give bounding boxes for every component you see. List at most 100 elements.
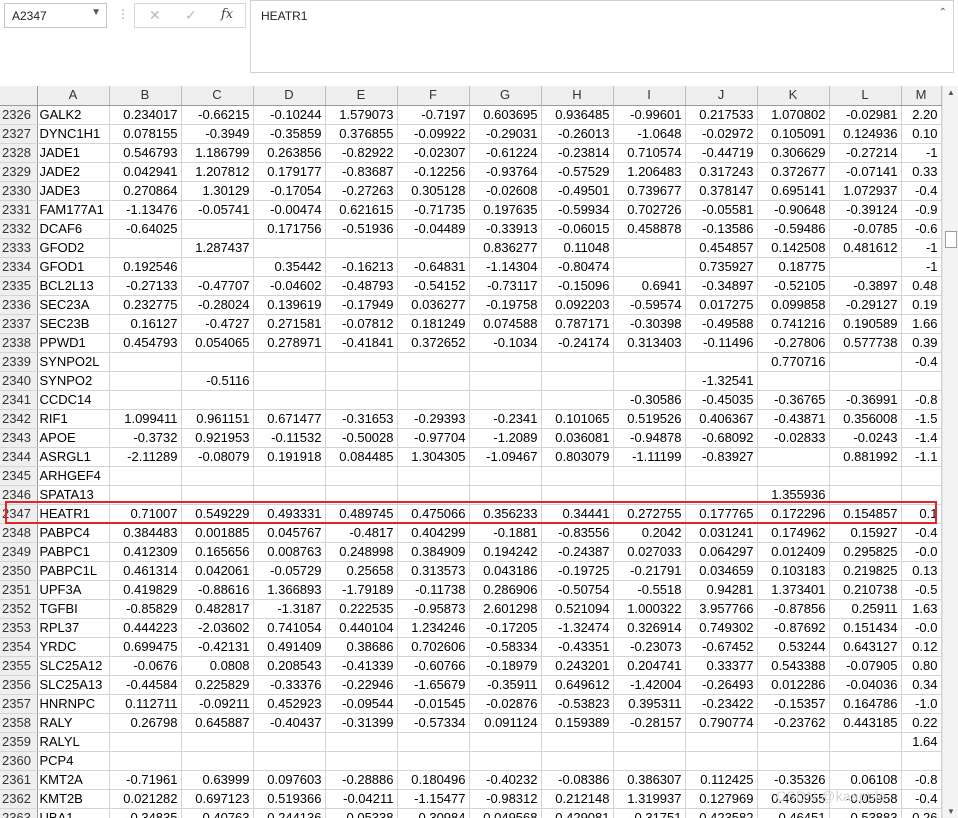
- value-cell[interactable]: -1: [901, 143, 942, 163]
- value-cell[interactable]: 0.881992: [829, 447, 902, 467]
- value-cell[interactable]: -0.31653: [325, 409, 398, 429]
- value-cell[interactable]: 0.001885: [181, 523, 254, 543]
- value-cell[interactable]: 0.936485: [541, 105, 614, 125]
- value-cell[interactable]: [181, 485, 254, 505]
- value-cell[interactable]: [253, 466, 326, 486]
- value-cell[interactable]: 0.749302: [685, 618, 758, 638]
- value-cell[interactable]: -0.23073: [613, 637, 686, 657]
- value-cell[interactable]: [829, 466, 902, 486]
- value-cell[interactable]: -1.0: [901, 694, 942, 714]
- gene-name-cell[interactable]: SLC25A13: [37, 675, 110, 695]
- value-cell[interactable]: 0.94281: [685, 580, 758, 600]
- value-cell[interactable]: [541, 390, 614, 410]
- value-cell[interactable]: -0.49588: [685, 314, 758, 334]
- value-cell[interactable]: 0.142508: [757, 238, 830, 258]
- value-cell[interactable]: -0.04602: [253, 276, 326, 296]
- value-cell[interactable]: 0.12: [901, 637, 942, 657]
- value-cell[interactable]: [469, 390, 542, 410]
- value-cell[interactable]: 0.376855: [325, 124, 398, 144]
- value-cell[interactable]: 1.000322: [613, 599, 686, 619]
- column-header-a[interactable]: A: [37, 86, 110, 106]
- value-cell[interactable]: 0.645887: [181, 713, 254, 733]
- value-cell[interactable]: -0.68092: [685, 428, 758, 448]
- value-cell[interactable]: -0.09211: [181, 694, 254, 714]
- value-cell[interactable]: 0.286906: [469, 580, 542, 600]
- value-cell[interactable]: -0.28024: [181, 295, 254, 315]
- value-cell[interactable]: 0.034659: [685, 561, 758, 581]
- vertical-scrollbar[interactable]: ▲ ▼: [942, 86, 958, 818]
- value-cell[interactable]: -0.30984: [397, 808, 470, 818]
- value-cell[interactable]: -0.21791: [613, 561, 686, 581]
- value-cell[interactable]: 0.423582: [685, 808, 758, 818]
- value-cell[interactable]: [613, 238, 686, 258]
- value-cell[interactable]: -0.09922: [397, 124, 470, 144]
- value-cell[interactable]: 0.40763: [181, 808, 254, 818]
- value-cell[interactable]: 0.710574: [613, 143, 686, 163]
- value-cell[interactable]: 0.036277: [397, 295, 470, 315]
- value-cell[interactable]: -1.5: [901, 409, 942, 429]
- value-cell[interactable]: -0.67452: [685, 637, 758, 657]
- value-cell[interactable]: [325, 352, 398, 372]
- value-cell[interactable]: 0.2042: [613, 523, 686, 543]
- gene-name-cell[interactable]: JADE1: [37, 143, 110, 163]
- value-cell[interactable]: 0.787171: [541, 314, 614, 334]
- row-header[interactable]: 2360: [0, 751, 38, 771]
- value-cell[interactable]: 0.34: [901, 675, 942, 695]
- value-cell[interactable]: 0.26: [901, 808, 942, 818]
- value-cell[interactable]: 0.112711: [109, 694, 182, 714]
- value-cell[interactable]: 0.372652: [397, 333, 470, 353]
- value-cell[interactable]: -0.99601: [613, 105, 686, 125]
- value-cell[interactable]: -2.11289: [109, 447, 182, 467]
- value-cell[interactable]: -0.16213: [325, 257, 398, 277]
- more-options-icon[interactable]: ⋮: [117, 7, 129, 21]
- value-cell[interactable]: 0.48: [901, 276, 942, 296]
- value-cell[interactable]: [541, 751, 614, 771]
- value-cell[interactable]: -0.19725: [541, 561, 614, 581]
- value-cell[interactable]: 0.165656: [181, 542, 254, 562]
- row-header[interactable]: 2327: [0, 124, 38, 144]
- value-cell[interactable]: -0.61224: [469, 143, 542, 163]
- value-cell[interactable]: [181, 352, 254, 372]
- value-cell[interactable]: -0.04211: [325, 789, 398, 809]
- value-cell[interactable]: -0.23814: [541, 143, 614, 163]
- value-cell[interactable]: [613, 732, 686, 752]
- value-cell[interactable]: 0.234017: [109, 105, 182, 125]
- value-cell[interactable]: [613, 485, 686, 505]
- row-header[interactable]: 2351: [0, 580, 38, 600]
- value-cell[interactable]: [829, 732, 902, 752]
- value-cell[interactable]: 0.012286: [757, 675, 830, 695]
- value-cell[interactable]: -0.29127: [829, 295, 902, 315]
- value-cell[interactable]: 0.139619: [253, 295, 326, 315]
- value-cell[interactable]: -0.07812: [325, 314, 398, 334]
- value-cell[interactable]: -0.29393: [397, 409, 470, 429]
- value-cell[interactable]: [685, 352, 758, 372]
- value-cell[interactable]: 0.519366: [253, 789, 326, 809]
- row-header[interactable]: 2333: [0, 238, 38, 258]
- value-cell[interactable]: 0.194242: [469, 542, 542, 562]
- value-cell[interactable]: 0.180496: [397, 770, 470, 790]
- value-cell[interactable]: -0.5: [901, 580, 942, 600]
- value-cell[interactable]: 0.803079: [541, 447, 614, 467]
- value-cell[interactable]: [109, 485, 182, 505]
- gene-name-cell[interactable]: GALK2: [37, 105, 110, 125]
- value-cell[interactable]: 0.404299: [397, 523, 470, 543]
- value-cell[interactable]: 0.475066: [397, 504, 470, 524]
- value-cell[interactable]: [253, 371, 326, 391]
- value-cell[interactable]: -0.41841: [325, 333, 398, 353]
- value-cell[interactable]: 0.649612: [541, 675, 614, 695]
- value-cell[interactable]: 0.372677: [757, 162, 830, 182]
- value-cell[interactable]: 0.395311: [613, 694, 686, 714]
- value-cell[interactable]: [397, 485, 470, 505]
- value-cell[interactable]: 0.458878: [613, 219, 686, 239]
- value-cell[interactable]: [829, 751, 902, 771]
- value-cell[interactable]: -0.15357: [757, 694, 830, 714]
- value-cell[interactable]: [469, 466, 542, 486]
- value-cell[interactable]: [829, 257, 902, 277]
- row-header[interactable]: 2328: [0, 143, 38, 163]
- value-cell[interactable]: -1: [901, 257, 942, 277]
- value-cell[interactable]: 0.493331: [253, 504, 326, 524]
- value-cell[interactable]: -0.3897: [829, 276, 902, 296]
- value-cell[interactable]: [541, 485, 614, 505]
- value-cell[interactable]: -0.4: [901, 523, 942, 543]
- value-cell[interactable]: -0.00474: [253, 200, 326, 220]
